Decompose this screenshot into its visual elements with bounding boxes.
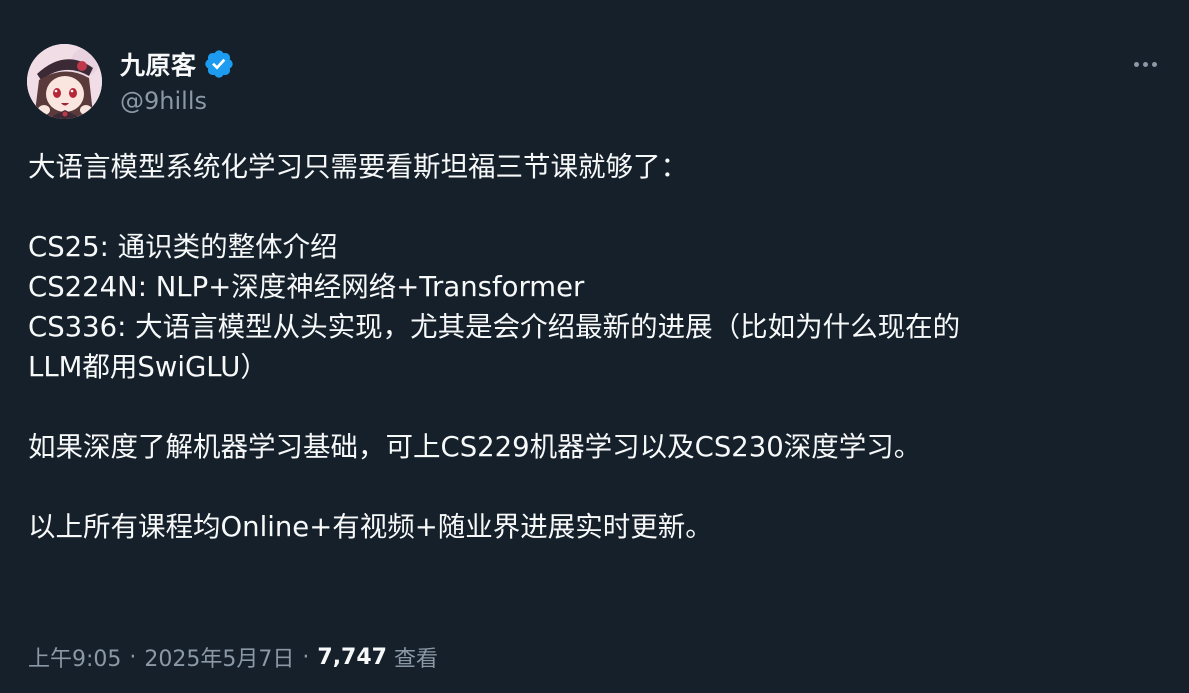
tweet-line: CS25: 通识类的整体介绍 xyxy=(28,231,338,263)
tweet-text: 大语言模型系统化学习只需要看斯坦福三节课就够了： CS25: 通识类的整体介绍 … xyxy=(28,147,1158,547)
post-time[interactable]: 上午9:05 xyxy=(28,641,121,673)
tweet-line: CS336: 大语言模型从头实现，尤其是会介绍最新的进展（比如为什么现在的 xyxy=(28,311,961,343)
tweet-meta: 上午9:05 · 2025年5月7日 · 7,747 查看 xyxy=(28,641,438,673)
views-count[interactable]: 7,747 xyxy=(317,645,387,670)
views-label: 查看 xyxy=(393,647,438,672)
tweet-line: 大语言模型系统化学习只需要看斯坦福三节课就够了： xyxy=(28,151,688,183)
avatar[interactable] xyxy=(27,44,102,119)
author-display-name[interactable]: 九原客 xyxy=(120,46,197,82)
tweet-line: CS224N: NLP+深度神经网络+Transformer xyxy=(28,271,585,303)
meta-separator: · xyxy=(302,644,310,670)
more-horizontal-icon xyxy=(1133,61,1139,67)
tweet-line: LLM都用SwiGLU） xyxy=(28,351,268,383)
tweet-line: 以上所有课程均Online+有视频+随业界进展实时更新。 xyxy=(28,511,713,543)
author-name-row: 九原客 xyxy=(120,46,235,82)
avatar-image xyxy=(27,44,102,119)
post-date[interactable]: 2025年5月7日 xyxy=(144,641,294,673)
meta-separator: · xyxy=(129,644,137,670)
tweet: 九原客 @9hills 大语言模型系统化学习只需要看斯坦福三节课就够了： CS2… xyxy=(0,0,1189,693)
author-handle[interactable]: @9hills xyxy=(120,87,207,115)
verified-badge-icon[interactable] xyxy=(203,48,235,80)
tweet-line: 如果深度了解机器学习基础，可上CS229机器学习以及CS230深度学习。 xyxy=(28,431,922,463)
more-options-button[interactable] xyxy=(1127,50,1163,78)
